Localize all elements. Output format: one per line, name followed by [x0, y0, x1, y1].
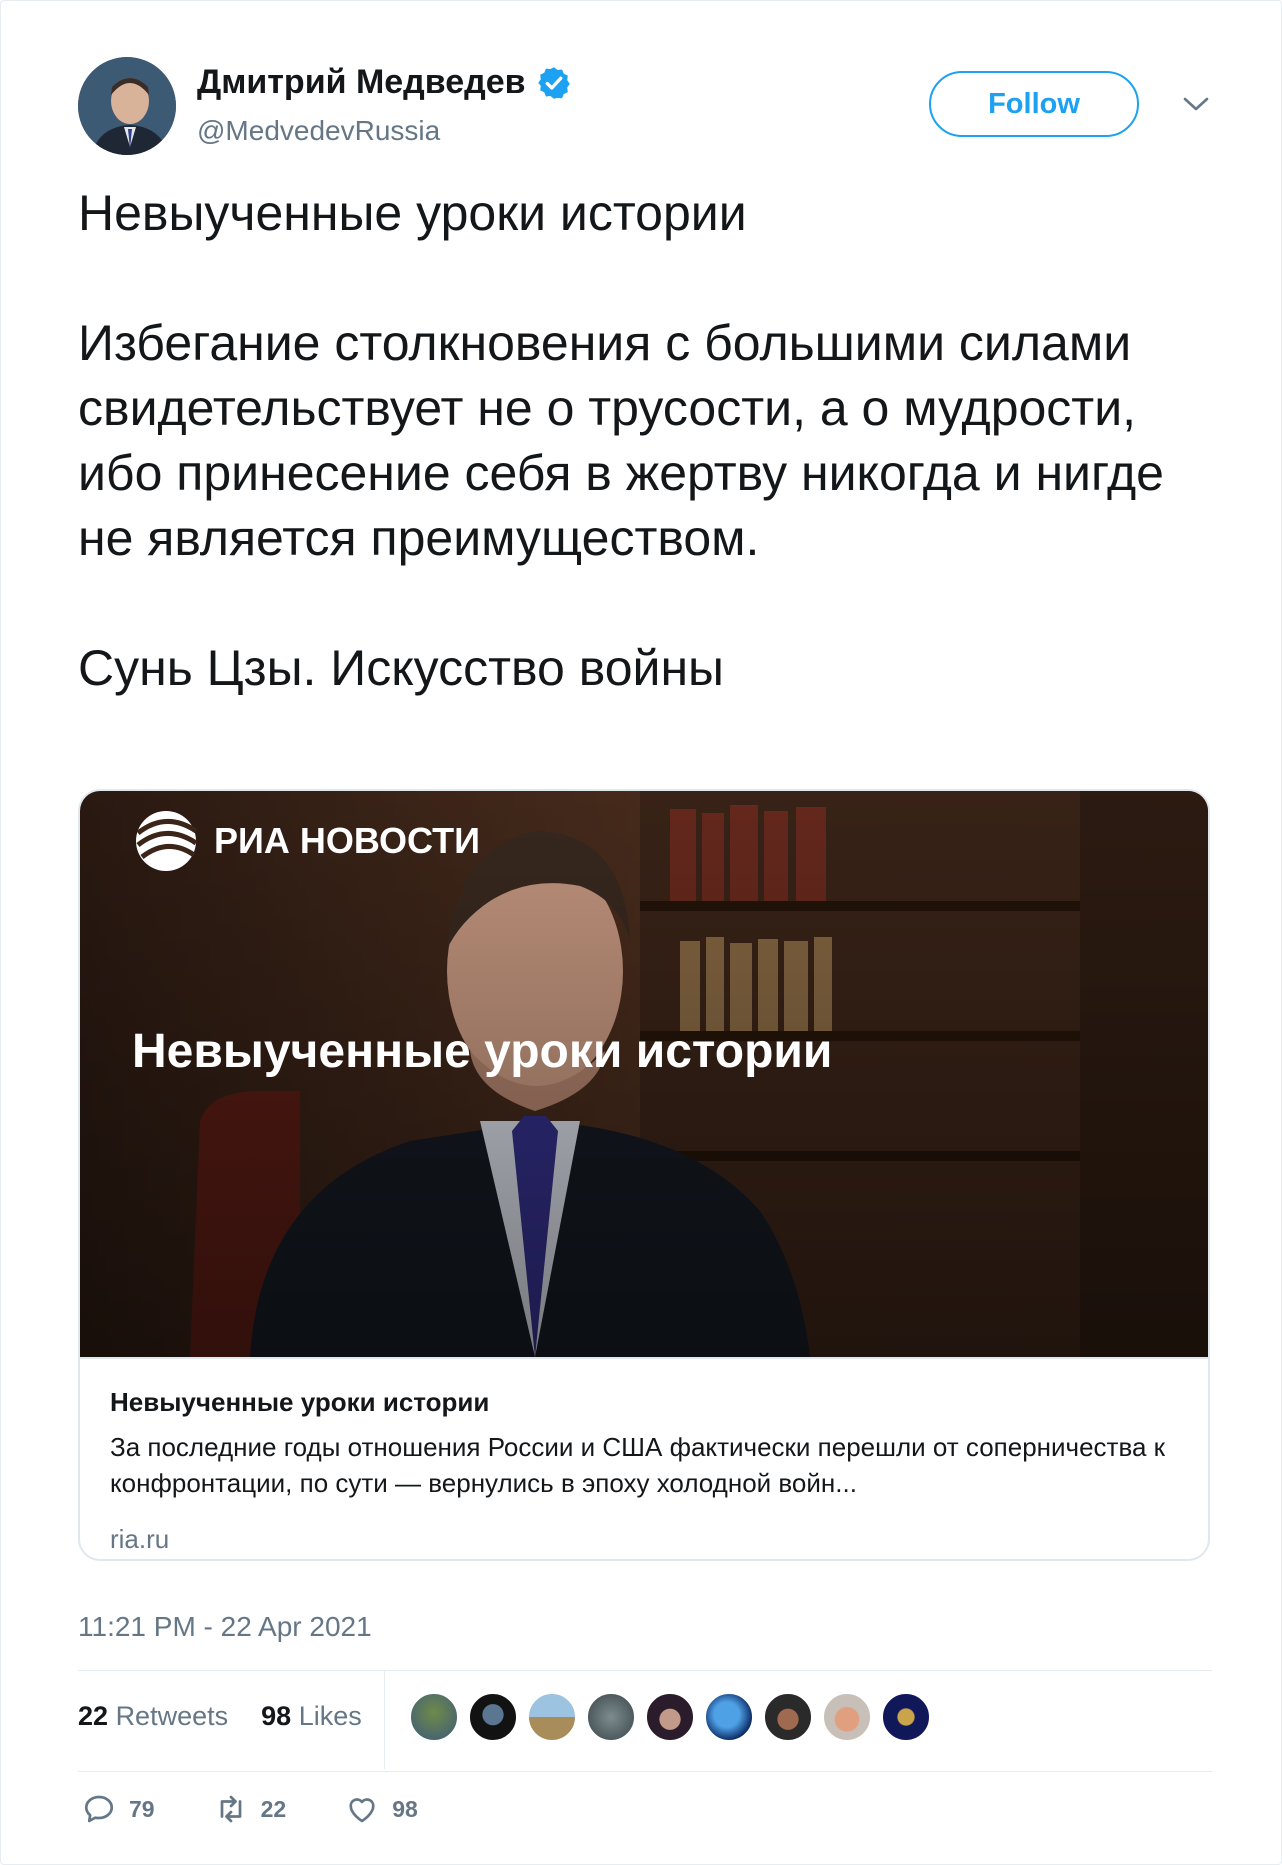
liker-avatar[interactable]: [763, 1692, 813, 1742]
card-domain[interactable]: ria.ru: [110, 1524, 169, 1555]
like-count: 98: [392, 1795, 418, 1822]
user-handle[interactable]: @MedvedevRussia: [197, 115, 440, 147]
divider: [78, 1771, 1212, 1772]
tweet-container: Дмитрий Медведев @MedvedevRussia Follow …: [0, 0, 1282, 1865]
retweets-label: Retweets: [115, 1701, 229, 1731]
display-name[interactable]: Дмитрий Медведев: [197, 63, 572, 102]
liker-avatar[interactable]: [645, 1692, 695, 1742]
liker-avatar[interactable]: [881, 1692, 931, 1742]
card-title[interactable]: Невыученные уроки истории: [110, 1387, 489, 1418]
liker-avatar[interactable]: [822, 1692, 872, 1742]
reply-count: 79: [129, 1795, 155, 1822]
tweet-actions: 79 22 98: [81, 1791, 476, 1827]
card-body[interactable]: Невыученные уроки истории За последние г…: [80, 1357, 1208, 1554]
card-description: За последние годы отношения России и США…: [110, 1432, 1166, 1498]
chevron-down-icon[interactable]: [1181, 93, 1211, 115]
retweet-icon: [220, 1795, 241, 1823]
reply-button[interactable]: 79: [81, 1791, 155, 1827]
retweets-stat[interactable]: 22 Retweets: [78, 1701, 228, 1731]
liker-avatar[interactable]: [409, 1692, 459, 1742]
retweet-button[interactable]: 22: [213, 1791, 287, 1827]
likes-stat[interactable]: 98 Likes: [261, 1701, 362, 1731]
retweets-count: 22: [78, 1701, 109, 1731]
tweet-paragraph: Сунь Цзы. Искусство войны: [78, 640, 724, 696]
liker-avatar[interactable]: [468, 1692, 518, 1742]
liker-avatar[interactable]: [527, 1692, 577, 1742]
follow-button[interactable]: Follow: [929, 71, 1139, 137]
like-button[interactable]: 98: [344, 1791, 418, 1827]
liker-avatar[interactable]: [704, 1692, 754, 1742]
liker-avatar[interactable]: [586, 1692, 636, 1742]
card-image-headline: Невыученные уроки истории: [132, 1025, 832, 1078]
engagement-stats: 22 Retweets 98 Likes: [78, 1701, 362, 1732]
likes-count: 98: [261, 1701, 292, 1731]
verified-badge-icon: [537, 66, 570, 99]
reply-icon: [84, 1795, 114, 1823]
display-name-text[interactable]: Дмитрий Медведев: [197, 63, 526, 102]
tweet-paragraph: Избегание столкновения с большими силами…: [78, 315, 1164, 566]
heart-icon: [349, 1798, 375, 1823]
card-image[interactable]: РИА НОВОСТИ Невыученные уроки истории: [80, 791, 1208, 1357]
liker-avatars: [409, 1692, 931, 1742]
link-preview-card[interactable]: РИА НОВОСТИ Невыученные уроки истории Не…: [78, 789, 1210, 1561]
user-avatar[interactable]: [78, 57, 176, 155]
likes-label: Likes: [298, 1701, 362, 1731]
tweet-paragraph: Невыученные уроки истории: [78, 185, 747, 241]
divider: [384, 1671, 385, 1769]
ria-logo-text: РИА НОВОСТИ: [214, 820, 480, 861]
retweet-count: 22: [260, 1795, 287, 1822]
divider: [78, 1670, 1212, 1671]
tweet-timestamp[interactable]: 11:21 PM - 22 Apr 2021: [78, 1611, 372, 1643]
ria-logo-icon: [136, 811, 198, 871]
tweet-text: Невыученные уроки истории Избегание стол…: [78, 181, 1218, 701]
